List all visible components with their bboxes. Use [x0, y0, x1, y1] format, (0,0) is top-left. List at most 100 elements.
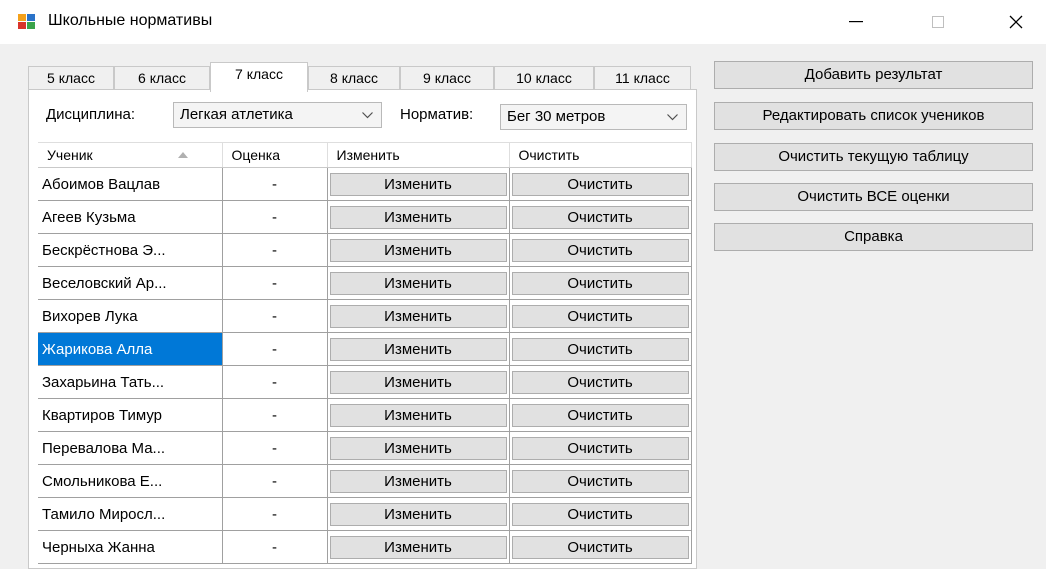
sort-ascending-icon: [178, 152, 188, 158]
edit-button[interactable]: Изменить: [329, 502, 507, 526]
table-row[interactable]: Перевалова Ма... - Изменить Очистить: [38, 431, 692, 465]
edit-button[interactable]: Изменить: [329, 535, 507, 559]
clear-button[interactable]: Очистить: [511, 304, 689, 328]
grade-cell[interactable]: -: [222, 497, 328, 531]
grade-cell[interactable]: -: [222, 431, 328, 465]
discipline-label: Дисциплина:: [46, 106, 136, 123]
clear-button[interactable]: Очистить: [511, 502, 689, 526]
table-row[interactable]: Черныха Жанна - Изменить Очистить: [38, 530, 692, 564]
student-name-cell[interactable]: Черныха Жанна: [38, 530, 223, 564]
edit-cell: Изменить: [327, 464, 510, 498]
clear-button[interactable]: Очистить: [511, 370, 689, 394]
clear-button[interactable]: Очистить: [511, 271, 689, 295]
student-name-cell[interactable]: Жарикова Алла: [38, 332, 223, 366]
table-row[interactable]: Смольникова Е... - Изменить Очистить: [38, 464, 692, 498]
table-row[interactable]: Абоимов Вацлав - Изменить Очистить: [38, 167, 692, 201]
edit-button[interactable]: Изменить: [329, 469, 507, 493]
table-row[interactable]: Агеев Кузьма - Изменить Очистить: [38, 200, 692, 234]
table-row[interactable]: Веселовский Ар... - Изменить Очистить: [38, 266, 692, 300]
table-row[interactable]: Тамило Миросл... - Изменить Очистить: [38, 497, 692, 531]
column-header-edit[interactable]: Изменить: [327, 142, 510, 168]
table-row[interactable]: Жарикова Алла - Изменить Очистить: [38, 332, 692, 366]
clear-button[interactable]: Очистить: [511, 172, 689, 196]
close-button[interactable]: [986, 0, 1046, 44]
clear-cell: Очистить: [509, 398, 692, 432]
clear-button[interactable]: Очистить: [511, 403, 689, 427]
column-header-label: Очистить: [518, 147, 580, 163]
student-name-cell[interactable]: Смольникова Е...: [38, 464, 223, 498]
tab-6-class[interactable]: 6 класс: [114, 66, 210, 90]
grade-cell[interactable]: -: [222, 464, 328, 498]
help-button[interactable]: Справка: [714, 223, 1033, 251]
discipline-select[interactable]: Легкая атлетика: [173, 102, 382, 128]
tab-11-class[interactable]: 11 класс: [594, 66, 691, 90]
edit-button[interactable]: Изменить: [329, 370, 507, 394]
edit-cell: Изменить: [327, 266, 510, 300]
chevron-down-icon: [667, 114, 678, 121]
clear-button[interactable]: Очистить: [511, 436, 689, 460]
column-header-label: Изменить: [336, 147, 400, 163]
clear-button[interactable]: Очистить: [511, 469, 689, 493]
table-row[interactable]: Квартиров Тимур - Изменить Очистить: [38, 398, 692, 432]
column-header-grade[interactable]: Оценка: [222, 142, 328, 168]
edit-button[interactable]: Изменить: [329, 172, 507, 196]
grade-cell[interactable]: -: [222, 530, 328, 564]
tab-7-class[interactable]: 7 класс: [210, 62, 308, 92]
table-row[interactable]: Бескрёстнова Э... - Изменить Очистить: [38, 233, 692, 267]
maximize-icon: [932, 16, 944, 28]
minimize-button[interactable]: [826, 0, 886, 44]
edit-button[interactable]: Изменить: [329, 271, 507, 295]
grade-cell[interactable]: -: [222, 332, 328, 366]
table-row[interactable]: Вихорев Лука - Изменить Очистить: [38, 299, 692, 333]
clear-button[interactable]: Очистить: [511, 205, 689, 229]
tab-5-class[interactable]: 5 класс: [28, 66, 114, 90]
clear-button[interactable]: Очистить: [511, 238, 689, 262]
norm-value: Бег 30 метров: [507, 108, 606, 125]
column-header-clear[interactable]: Очистить: [509, 142, 692, 168]
grade-cell[interactable]: -: [222, 266, 328, 300]
edit-students-button[interactable]: Редактировать список учеников: [714, 102, 1033, 130]
edit-button[interactable]: Изменить: [329, 403, 507, 427]
student-name-cell[interactable]: Перевалова Ма...: [38, 431, 223, 465]
student-name-cell[interactable]: Захарьина Тать...: [38, 365, 223, 399]
students-grid: Ученик Оценка Изменить Очистить Абоимов …: [38, 142, 692, 564]
student-name-cell[interactable]: Абоимов Вацлав: [38, 167, 223, 201]
grade-cell[interactable]: -: [222, 299, 328, 333]
clear-cell: Очистить: [509, 431, 692, 465]
edit-button[interactable]: Изменить: [329, 205, 507, 229]
edit-cell: Изменить: [327, 497, 510, 531]
edit-cell: Изменить: [327, 233, 510, 267]
norm-select[interactable]: Бег 30 метров: [500, 104, 687, 130]
clear-current-table-button[interactable]: Очистить текущую таблицу: [714, 143, 1033, 171]
add-result-button[interactable]: Добавить результат: [714, 61, 1033, 89]
clear-cell: Очистить: [509, 233, 692, 267]
grade-cell[interactable]: -: [222, 200, 328, 234]
edit-button[interactable]: Изменить: [329, 337, 507, 361]
clear-cell: Очистить: [509, 332, 692, 366]
edit-button[interactable]: Изменить: [329, 304, 507, 328]
student-name-cell[interactable]: Квартиров Тимур: [38, 398, 223, 432]
tab-8-class[interactable]: 8 класс: [308, 66, 400, 90]
student-name-cell[interactable]: Бескрёстнова Э...: [38, 233, 223, 267]
column-header-student[interactable]: Ученик: [38, 142, 223, 168]
grade-cell[interactable]: -: [222, 398, 328, 432]
student-name-cell[interactable]: Тамило Миросл...: [38, 497, 223, 531]
grade-cell[interactable]: -: [222, 167, 328, 201]
maximize-button[interactable]: [908, 0, 968, 44]
student-name-cell[interactable]: Вихорев Лука: [38, 299, 223, 333]
student-name-cell[interactable]: Веселовский Ар...: [38, 266, 223, 300]
clear-cell: Очистить: [509, 365, 692, 399]
clear-all-grades-button[interactable]: Очистить ВСЕ оценки: [714, 183, 1033, 211]
table-row[interactable]: Захарьина Тать... - Изменить Очистить: [38, 365, 692, 399]
grade-cell[interactable]: -: [222, 233, 328, 267]
clear-button[interactable]: Очистить: [511, 337, 689, 361]
app-icon: [18, 14, 35, 29]
chevron-down-icon: [362, 112, 373, 119]
edit-button[interactable]: Изменить: [329, 436, 507, 460]
grade-cell[interactable]: -: [222, 365, 328, 399]
tab-10-class[interactable]: 10 класс: [494, 66, 594, 90]
tab-9-class[interactable]: 9 класс: [400, 66, 494, 90]
clear-button[interactable]: Очистить: [511, 535, 689, 559]
student-name-cell[interactable]: Агеев Кузьма: [38, 200, 223, 234]
edit-button[interactable]: Изменить: [329, 238, 507, 262]
